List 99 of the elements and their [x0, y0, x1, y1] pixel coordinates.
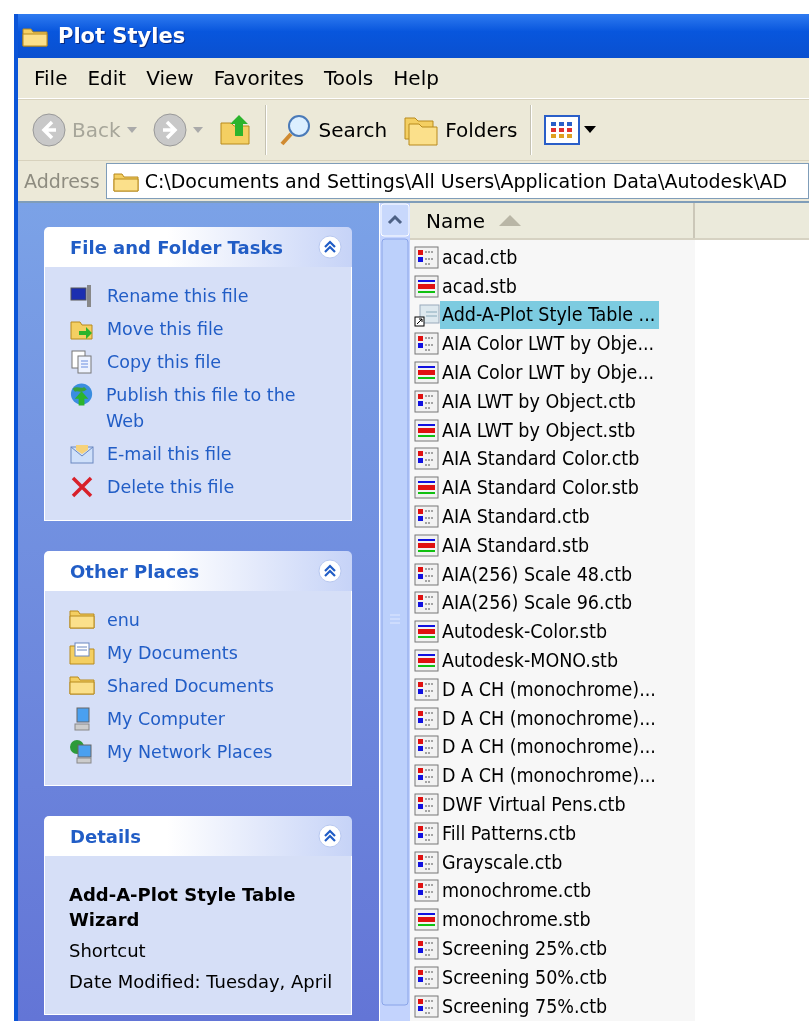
menu-item[interactable]: Help — [385, 66, 447, 90]
file-name[interactable]: AIA Color LWT by Obje... — [440, 359, 659, 388]
folder-icon — [22, 25, 48, 47]
file-icon — [414, 245, 440, 270]
task-link[interactable]: Shared Documents — [107, 673, 274, 699]
file-icon — [414, 937, 440, 961]
file-name[interactable]: monochrome.ctb — [440, 877, 596, 906]
file-icon — [414, 879, 440, 904]
panel-title: Details — [70, 825, 141, 847]
file-icon — [414, 332, 440, 357]
file-name[interactable]: Grayscale.ctb — [440, 848, 567, 877]
address-label: Address — [24, 170, 100, 192]
file-name[interactable]: Autodesk-MONO.stb — [440, 647, 623, 676]
file-icon — [414, 850, 440, 875]
file-icon — [414, 361, 440, 386]
file-name[interactable]: AIA Standard.stb — [440, 531, 594, 560]
scroll-up-button[interactable] — [380, 203, 410, 237]
file-name[interactable]: DWF Virtual Pens.ctb — [440, 791, 630, 819]
collapse-icon[interactable] — [318, 824, 342, 848]
shortcut-icon — [414, 303, 440, 328]
folder-icon — [69, 673, 95, 695]
file-name[interactable]: Screening 25%.ctb — [440, 935, 612, 963]
file-name[interactable]: acad.stb — [440, 272, 521, 301]
caret-icon — [126, 127, 137, 133]
file-icon — [414, 793, 440, 817]
address-field[interactable]: C:\Documents and Settings\All Users\Application Data\Autodesk\AD — [105, 163, 809, 199]
task-link[interactable]: enu — [107, 607, 140, 633]
menu-item[interactable]: Edit — [79, 66, 135, 90]
file-name[interactable]: Screening 50%.ctb — [440, 963, 612, 992]
file-icon — [414, 533, 440, 558]
delete-icon — [69, 474, 95, 500]
caret-icon — [192, 127, 203, 133]
collapse-icon[interactable] — [318, 235, 342, 259]
search-icon — [278, 113, 313, 147]
file-name[interactable]: AIA Standard.ctb — [440, 503, 594, 532]
file-icon — [414, 562, 440, 587]
copy-icon — [69, 349, 95, 375]
task-link[interactable]: My Network Places — [107, 739, 273, 765]
folder-icon — [69, 607, 95, 629]
file-name[interactable]: AIA Standard Color.stb — [440, 474, 643, 503]
menu-item[interactable]: View — [138, 66, 202, 90]
menu-item[interactable]: Tools — [316, 66, 382, 90]
file-name[interactable]: D A CH (monochrome)... — [440, 733, 660, 762]
views-icon — [543, 115, 598, 145]
panel-title: File and Folder Tasks — [70, 236, 284, 258]
file-type: Shortcut — [69, 939, 147, 963]
file-name[interactable]: AIA LWT by Object.ctb — [440, 387, 640, 416]
task-link[interactable]: Move this file — [107, 316, 224, 342]
menu-item[interactable]: File — [26, 66, 76, 90]
task-link[interactable]: My Computer — [107, 706, 225, 732]
file-icon — [414, 821, 440, 846]
task-link[interactable]: My Documents — [107, 640, 238, 666]
file-name[interactable]: Autodesk-Color.stb — [440, 618, 612, 647]
file-name[interactable]: AIA Standard Color.ctb — [440, 445, 644, 474]
file-name[interactable]: AIA(256) Scale 96.ctb — [440, 589, 637, 618]
file-icon — [414, 649, 440, 674]
folder-up-icon — [218, 113, 253, 147]
task-link[interactable]: Rename this file — [107, 283, 249, 309]
date-modified: Date Modified: Tuesday, April — [69, 970, 331, 994]
file-icon — [414, 764, 440, 789]
file-icon — [414, 505, 440, 530]
file-icon — [414, 965, 440, 990]
file-name[interactable]: AIA Color LWT by Obje... — [440, 330, 659, 359]
file-icon — [414, 620, 440, 645]
file-icon — [414, 677, 440, 702]
panel-title: Other Places — [70, 560, 200, 582]
task-link[interactable]: Publish this file to the Web — [106, 382, 331, 434]
file-name[interactable]: D A CH (monochrome)... — [440, 762, 660, 791]
file-name[interactable]: monochrome.stb — [440, 906, 595, 935]
file-icon — [414, 706, 440, 731]
file-icon — [414, 735, 440, 760]
window-title: Plot Styles — [58, 24, 186, 48]
file-name[interactable]: Fill Patterns.ctb — [440, 819, 581, 848]
file-icon — [414, 908, 440, 933]
file-name[interactable]: AIA(256) Scale 48.ctb — [440, 560, 637, 589]
file-icon — [414, 476, 440, 501]
search-button[interactable]: Search — [274, 111, 392, 149]
task-link[interactable]: E-mail this file — [107, 441, 232, 467]
task-link[interactable]: Delete this file — [107, 474, 235, 500]
file-icon — [414, 591, 440, 616]
folder-icon — [112, 170, 139, 192]
file-icon — [414, 447, 440, 472]
file-icon — [414, 418, 440, 443]
file-name[interactable]: D A CH (monochrome)... — [440, 675, 660, 704]
folders-icon — [403, 114, 440, 146]
file-name[interactable]: AIA LWT by Object.stb — [440, 416, 640, 445]
file-icon — [414, 389, 440, 414]
menu-item[interactable]: Favorites — [205, 66, 312, 90]
collapse-icon[interactable] — [318, 559, 342, 583]
file-name[interactable]: Add-A-Plot Style Table ... — [440, 301, 660, 330]
file-name: Add-A-Plot Style Table Wizard — [69, 883, 297, 932]
task-link[interactable]: Copy this file — [107, 349, 222, 375]
file-name[interactable]: acad.ctb — [440, 243, 522, 272]
network-computer-icon — [69, 739, 95, 765]
folders-button[interactable]: Folders — [399, 112, 522, 148]
file-name[interactable]: Screening 75%.ctb — [440, 992, 612, 1021]
file-icon — [414, 274, 440, 299]
folder-document-icon — [69, 640, 95, 666]
file-name[interactable]: D A CH (monochrome)... — [440, 704, 660, 733]
